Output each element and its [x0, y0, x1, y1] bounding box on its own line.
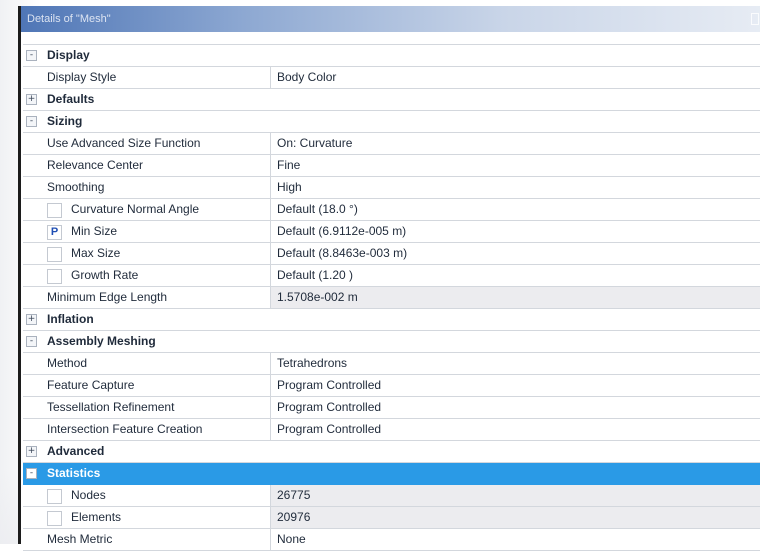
column-divider[interactable] — [270, 287, 271, 308]
parameter-checkbox[interactable] — [47, 203, 62, 218]
column-divider[interactable] — [270, 529, 271, 550]
collapse-icon[interactable]: - — [26, 336, 37, 347]
property-value[interactable]: None — [277, 529, 306, 550]
expand-icon[interactable]: + — [26, 446, 37, 457]
property-row-curvature-normal-angle[interactable]: Curvature Normal Angle Default (18.0 °) — [23, 199, 760, 221]
column-divider[interactable] — [270, 177, 271, 198]
readonly-cell — [271, 507, 760, 528]
property-name: Elements — [71, 510, 122, 524]
property-row-smoothing[interactable]: Smoothing High — [23, 177, 760, 199]
category-defaults[interactable]: + Defaults — [23, 89, 760, 111]
column-divider[interactable] — [270, 419, 271, 440]
property-name: Intersection Feature Creation — [47, 422, 203, 436]
column-divider[interactable] — [270, 221, 271, 242]
property-value[interactable]: Fine — [277, 155, 300, 176]
property-row-growth-rate[interactable]: Growth Rate Default (1.20 ) — [23, 265, 760, 287]
property-row-method[interactable]: Method Tetrahedrons — [23, 353, 760, 375]
category-statistics[interactable]: - Statistics — [23, 463, 760, 485]
collapse-icon[interactable]: - — [26, 468, 37, 479]
category-assembly-meshing[interactable]: - Assembly Meshing — [23, 331, 760, 353]
parameter-checkbox[interactable]: P — [47, 225, 62, 240]
parameter-checkbox[interactable] — [47, 247, 62, 262]
property-name: Nodes — [71, 488, 106, 502]
parameter-checkbox[interactable] — [47, 269, 62, 284]
property-value[interactable]: Default (6.9112e-005 m) — [277, 221, 406, 242]
property-name: Mesh Metric — [47, 532, 113, 546]
property-value[interactable]: Default (18.0 °) — [277, 199, 358, 220]
column-divider[interactable] — [270, 199, 271, 220]
parameter-checkbox[interactable] — [47, 489, 62, 504]
column-divider[interactable] — [270, 67, 271, 88]
property-name: Minimum Edge Length — [47, 290, 168, 304]
property-value[interactable]: Default (8.8463e-003 m) — [277, 243, 407, 264]
property-name: Method — [47, 356, 88, 370]
property-name: Feature Capture — [47, 378, 135, 392]
property-name: Tessellation Refinement — [47, 400, 175, 414]
property-row-relevance-center[interactable]: Relevance Center Fine — [23, 155, 760, 177]
column-divider[interactable] — [270, 353, 271, 374]
property-value[interactable]: Default (1.20 ) — [277, 265, 353, 286]
property-value: 20976 — [277, 510, 311, 524]
collapse-icon[interactable]: - — [26, 50, 37, 61]
details-panel: Details of "Mesh" - Display Display Styl… — [18, 6, 760, 551]
property-value[interactable]: Program Controlled — [277, 397, 381, 418]
property-value[interactable]: Program Controlled — [277, 419, 381, 440]
property-name: Max Size — [71, 246, 121, 260]
column-divider[interactable] — [270, 375, 271, 396]
property-value: 1.5708e-002 m — [277, 290, 358, 304]
property-value[interactable]: Body Color — [277, 67, 336, 88]
category-label: Display — [47, 48, 90, 62]
property-row-nodes: Nodes 26775 — [23, 485, 760, 507]
category-label: Advanced — [47, 444, 105, 458]
category-label: Inflation — [47, 312, 94, 326]
property-name: Use Advanced Size Function — [47, 136, 201, 150]
column-divider[interactable] — [270, 265, 271, 286]
readonly-cell — [271, 485, 760, 506]
collapse-icon[interactable]: - — [26, 116, 37, 127]
expand-icon[interactable]: + — [26, 314, 37, 325]
column-divider[interactable] — [270, 397, 271, 418]
property-name: Curvature Normal Angle — [71, 202, 200, 216]
property-row-elements: Elements 20976 — [23, 507, 760, 529]
category-label: Assembly Meshing — [47, 334, 156, 348]
property-value[interactable]: Tetrahedrons — [277, 353, 347, 374]
property-row-minimum-edge-length: Minimum Edge Length 1.5708e-002 m — [23, 287, 760, 309]
property-name: Growth Rate — [71, 268, 139, 282]
pin-icon[interactable] — [751, 13, 759, 25]
property-name: Relevance Center — [47, 158, 144, 172]
column-divider[interactable] — [270, 133, 271, 154]
property-value[interactable]: High — [277, 177, 302, 198]
details-titlebar: Details of "Mesh" — [21, 6, 760, 32]
property-name: Display Style — [47, 70, 117, 84]
column-divider[interactable] — [270, 507, 271, 528]
details-title: Details of "Mesh" — [27, 13, 111, 25]
column-divider[interactable] — [270, 485, 271, 506]
property-value[interactable]: Program Controlled — [277, 375, 381, 396]
property-value: 26775 — [277, 488, 311, 502]
property-grid: - Display Display Style Body Color + Def… — [23, 44, 760, 551]
property-row-feature-capture[interactable]: Feature Capture Program Controlled — [23, 375, 760, 397]
property-name: Min Size — [71, 224, 118, 238]
property-name: Smoothing — [47, 180, 105, 194]
category-advanced[interactable]: + Advanced — [23, 441, 760, 463]
column-divider[interactable] — [270, 155, 271, 176]
property-row-display-style[interactable]: Display Style Body Color — [23, 67, 760, 89]
property-row-max-size[interactable]: Max Size Default (8.8463e-003 m) — [23, 243, 760, 265]
category-label: Sizing — [47, 114, 83, 128]
category-display[interactable]: - Display — [23, 45, 760, 67]
category-label: Defaults — [47, 92, 95, 106]
property-value[interactable]: On: Curvature — [277, 133, 352, 154]
property-row-mesh-metric[interactable]: Mesh Metric None — [23, 529, 760, 551]
category-inflation[interactable]: + Inflation — [23, 309, 760, 331]
property-row-tessellation-refinement[interactable]: Tessellation Refinement Program Controll… — [23, 397, 760, 419]
property-row-intersection-feature-creation[interactable]: Intersection Feature Creation Program Co… — [23, 419, 760, 441]
expand-icon[interactable]: + — [26, 94, 37, 105]
parameter-checkbox[interactable] — [47, 511, 62, 526]
property-row-use-advanced-size-function[interactable]: Use Advanced Size Function On: Curvature — [23, 133, 760, 155]
category-label: Statistics — [47, 466, 101, 480]
property-row-min-size[interactable]: P Min Size Default (6.9112e-005 m) — [23, 221, 760, 243]
category-sizing[interactable]: - Sizing — [23, 111, 760, 133]
column-divider[interactable] — [270, 243, 271, 264]
